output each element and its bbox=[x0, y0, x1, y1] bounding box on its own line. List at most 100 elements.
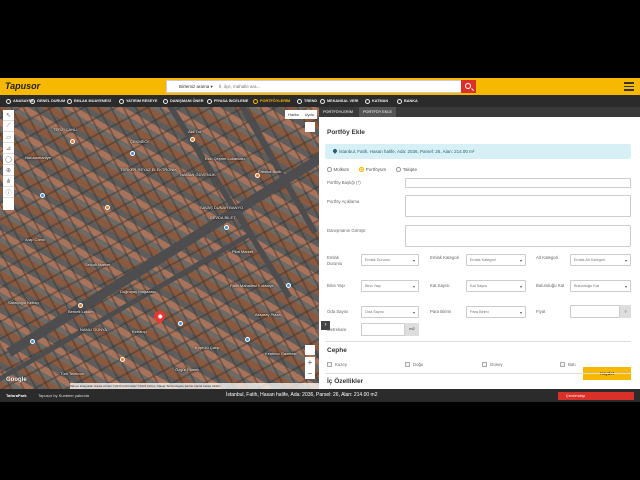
field-label-para-birimi: Para Birimi bbox=[430, 309, 452, 314]
radio-mulkum[interactable]: Mülküm bbox=[327, 167, 349, 172]
oda-sayisi-select[interactable]: Oda Sayısı bbox=[361, 306, 419, 318]
nav-item-emlak-muayenesi[interactable]: EMLAK MUAYENESİ bbox=[67, 95, 111, 107]
map-label: Fabrika Butik bbox=[258, 169, 282, 174]
footer-brand[interactable]: TaforaPark bbox=[6, 389, 27, 402]
metrekare-unit: m2 bbox=[405, 323, 419, 336]
para-birimi-select[interactable]: Para Birimi bbox=[466, 306, 526, 318]
satellite-map[interactable]: TERZİ CANLI ÇEKMECE Akil Tat Eski Çeşme … bbox=[0, 107, 319, 389]
menu-icon[interactable] bbox=[624, 82, 634, 91]
metrekare-input[interactable] bbox=[361, 323, 405, 336]
poi-icon[interactable] bbox=[30, 339, 35, 344]
poi-icon[interactable] bbox=[286, 283, 291, 288]
divider bbox=[325, 341, 631, 342]
trend-icon bbox=[297, 98, 302, 104]
emlak-kategori-select[interactable]: Emlak Kategori bbox=[466, 254, 526, 266]
field-label-kat-sayisi: Kat Sayısı bbox=[430, 283, 450, 288]
briefcase-icon bbox=[253, 98, 258, 104]
nav-item-genel-durum[interactable]: GENEL DURUM bbox=[30, 95, 65, 107]
search-button[interactable] bbox=[461, 80, 476, 93]
map-label: Arap Camii bbox=[25, 237, 45, 242]
cephe-bati-checkbox[interactable]: Batı bbox=[560, 362, 576, 367]
panel-collapse-icon[interactable]: › bbox=[321, 321, 330, 330]
poi-icon[interactable] bbox=[78, 303, 83, 308]
cephe-dogu-checkbox[interactable]: Doğu bbox=[405, 362, 423, 367]
poi-icon[interactable] bbox=[70, 139, 75, 144]
fiyat-input[interactable] bbox=[570, 305, 620, 318]
radio-portfoyum[interactable]: Portföyüm bbox=[359, 167, 386, 172]
bina-yasi-select[interactable]: Bina Yaşı bbox=[361, 280, 419, 292]
pointer-tool-icon[interactable]: ↖ bbox=[3, 110, 14, 121]
zoom-in-button[interactable]: + bbox=[305, 357, 315, 368]
emlak-durumu-select[interactable]: Emlak Durumu bbox=[361, 254, 419, 266]
map-type-toggle: Harita Uydu bbox=[285, 110, 318, 119]
address-info: İstanbul, Fatih, Hasan halife, Ada: 2036… bbox=[325, 144, 631, 159]
map-label: Saraçoğlu Kebap bbox=[8, 300, 39, 305]
field-label-oda-sayisi: Oda Sayısı bbox=[327, 309, 349, 314]
cephe-guney-checkbox[interactable]: Güney bbox=[482, 362, 503, 367]
zoom-out-button[interactable]: − bbox=[305, 368, 315, 379]
pin-icon bbox=[30, 98, 35, 104]
poi-icon[interactable] bbox=[224, 225, 229, 230]
offline-status-badge: Çevrimdışı bbox=[558, 392, 634, 400]
poi-icon[interactable] bbox=[40, 193, 45, 198]
poi-icon[interactable] bbox=[120, 357, 125, 362]
poi-icon[interactable] bbox=[178, 321, 183, 326]
field-label-bulundugu-kat: Bulunduğu Kat bbox=[536, 283, 565, 288]
nav-item-banka[interactable]: BANKA bbox=[397, 95, 418, 107]
field-label-baslik: Portföy Başlığı (*) bbox=[327, 180, 361, 185]
tab-portfoylerim[interactable]: PORTFÖYLERİM bbox=[319, 107, 357, 117]
search-input[interactable] bbox=[219, 81, 459, 92]
logo[interactable]: Tapusor bbox=[5, 81, 40, 91]
map-type-uydu[interactable]: Uydu bbox=[302, 110, 317, 119]
map-label: ÇEKMECE bbox=[130, 139, 150, 144]
field-label-aciklama: Portföy Açıklama bbox=[327, 199, 360, 204]
location-pin-icon[interactable] bbox=[151, 308, 168, 325]
nav-item-danismani[interactable]: DANIŞMANI ÖNER bbox=[163, 95, 204, 107]
tab-portfoy-ekle[interactable]: PORTFÖY EKLE bbox=[359, 107, 396, 117]
nav-item-katman[interactable]: KATMAN bbox=[365, 95, 388, 107]
share-tool-icon[interactable]: ⋔ bbox=[3, 176, 14, 187]
radio-takipte[interactable]: Takipte bbox=[396, 167, 417, 172]
consultant-opinion-input[interactable] bbox=[405, 225, 631, 247]
nav-item-yatirim[interactable]: YATIRIM RESEYE bbox=[119, 95, 157, 107]
poi-icon[interactable] bbox=[190, 137, 195, 142]
google-logo: Google bbox=[6, 377, 27, 383]
map-label: TERZİ CANLI bbox=[53, 127, 78, 132]
line-tool-icon[interactable]: ⟋ bbox=[3, 121, 14, 132]
fullscreen-icon[interactable] bbox=[305, 122, 315, 132]
polygon-tool-icon[interactable]: ▱ bbox=[3, 132, 14, 143]
divider bbox=[325, 373, 631, 374]
map-label: Akil Tat bbox=[188, 129, 201, 134]
alt-kategori-select[interactable]: Emlak Alt Kategori bbox=[570, 254, 631, 266]
ic-ozellikler-title: İç Özellikler bbox=[327, 378, 364, 385]
poi-icon[interactable] bbox=[245, 337, 250, 342]
app-window: Tapusor Birtemiz arama ▾ ANASAYFA GENEL … bbox=[0, 78, 640, 402]
top-bar: Tapusor Birtemiz arama ▾ bbox=[0, 78, 640, 95]
fiyat-help-badge[interactable]: ? bbox=[620, 305, 631, 318]
map-label: Eski Çeşme Lokantası bbox=[205, 156, 245, 161]
info-tool-icon[interactable]: ⓘ bbox=[3, 187, 14, 198]
street-view-icon[interactable] bbox=[305, 345, 315, 355]
circle-tool-icon[interactable]: ◯ bbox=[3, 154, 14, 165]
nav-item-mekansal[interactable]: MEKANSAL VERİ bbox=[320, 95, 358, 107]
poi-icon[interactable] bbox=[130, 151, 135, 156]
search-icon bbox=[465, 83, 471, 89]
portfolio-title-input[interactable] bbox=[405, 178, 631, 188]
poi-icon[interactable] bbox=[105, 205, 110, 210]
map-type-harita[interactable]: Harita bbox=[285, 110, 302, 119]
search-type-select[interactable]: Birtemiz arama ▾ bbox=[179, 81, 213, 92]
measure-tool-icon[interactable]: ⊿ bbox=[3, 143, 14, 154]
map-label: SEVDA BİLET bbox=[210, 215, 236, 220]
nav-item-piyasa[interactable]: PİYASA İNCELEME bbox=[207, 95, 248, 107]
cephe-kuzey-checkbox[interactable]: Kuzey bbox=[327, 362, 347, 367]
portfolio-description-input[interactable] bbox=[405, 195, 631, 217]
target-tool-icon[interactable]: ⊕ bbox=[3, 165, 14, 176]
kat-sayisi-select[interactable]: Kat Sayısı bbox=[466, 280, 526, 292]
nav-item-portfoylerim[interactable]: PORTFÖYLERİM bbox=[253, 95, 290, 107]
ownership-radios: Mülküm Portföyüm Takipte bbox=[327, 167, 427, 172]
check-icon bbox=[67, 98, 72, 104]
bank-icon bbox=[397, 98, 402, 104]
nav-item-trend[interactable]: TREND bbox=[297, 95, 317, 107]
footer-powered: Tapusor by Sunbeer yakında bbox=[38, 393, 89, 398]
bulundugu-kat-select[interactable]: Bulunduğu Kat bbox=[570, 280, 631, 292]
